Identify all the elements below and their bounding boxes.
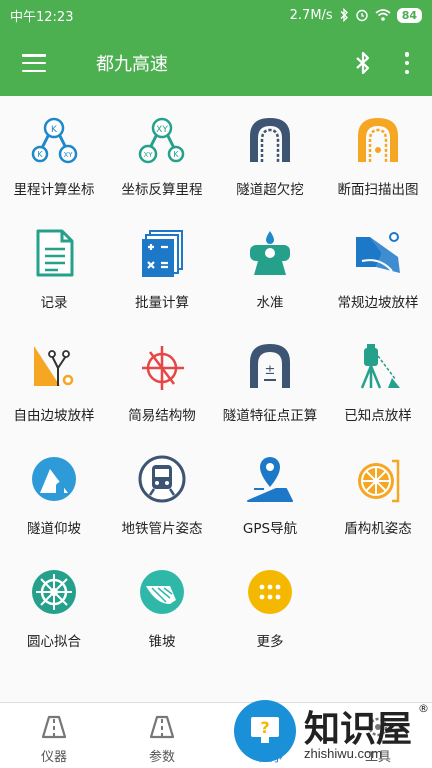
battery-badge: 84 [396, 7, 422, 23]
tab-label: 程序 [256, 750, 283, 765]
tab-programs[interactable]: 程序 [216, 703, 324, 768]
bottom-navigation: 仪器 参数 程序 工具 [0, 702, 432, 768]
grid-item-label: 水准 [256, 295, 284, 311]
svg-text:±: ± [265, 363, 276, 378]
grid-item-label: GPS导航 [242, 521, 298, 537]
function-grid: K K XY 里程计算坐标 XY XY K 坐标反算里程 隧道超欠挖 断面扫描出… [0, 96, 432, 702]
grid-item-record[interactable]: 记录 [0, 215, 108, 328]
grid-item-label: 断面扫描出图 [337, 182, 419, 198]
svg-text:XY: XY [63, 151, 73, 159]
grid-item-tunnel-slope[interactable]: 隧道仰坡 [0, 441, 108, 554]
grid-item-batch-calc[interactable]: 批量计算 [108, 215, 216, 328]
grid-item-label: 隧道仰坡 [27, 521, 81, 537]
grid-item-label: 隧道特征点正算 [222, 408, 318, 424]
grid-item-label: 记录 [40, 295, 68, 311]
grid-item-label: 圆心拟合 [27, 634, 81, 650]
grid-item-label: 已知点放样 [344, 408, 412, 424]
grid-item-known-point-stakeout[interactable]: 已知点放样 [324, 328, 432, 441]
grid-item-tunnel-overbreak[interactable]: 隧道超欠挖 [216, 102, 324, 215]
slope-stakeout-icon [356, 232, 400, 273]
record-document-icon [36, 229, 74, 277]
bluetooth-icon[interactable] [352, 51, 374, 75]
mileage-coord-icon: K K XY [31, 117, 78, 164]
grid-item-gps-navigation[interactable]: GPS导航 [216, 441, 324, 554]
menu-icon[interactable] [22, 54, 46, 72]
tunnel-slope-icon [32, 457, 76, 501]
svg-text:XY: XY [143, 151, 153, 159]
app-title: 都九高速 [96, 54, 168, 75]
status-indicators: 2.7M/s 84 [289, 7, 422, 23]
grid-item-label: 锥坡 [148, 634, 176, 650]
network-speed: 2.7M/s [289, 7, 333, 23]
calculator-icon [142, 230, 183, 277]
gps-pin-icon [247, 457, 293, 502]
grid-item-label: 地铁管片姿态 [121, 521, 203, 537]
level-instrument-icon [250, 231, 290, 275]
grid-item-label: 隧道超欠挖 [236, 182, 304, 198]
grid-item-label: 盾构机姿态 [344, 521, 412, 537]
svg-text:K: K [173, 150, 179, 159]
cone-slope-icon [140, 570, 184, 614]
grid-item-label: 批量计算 [135, 295, 189, 311]
alarm-icon [355, 9, 368, 22]
tab-label: 参数 [148, 750, 175, 765]
grid-item-shield-machine[interactable]: 盾构机姿态 [324, 441, 432, 554]
home-icon [259, 716, 281, 738]
simple-structure-icon [142, 346, 184, 390]
bluetooth-status-icon [340, 8, 348, 22]
grid-item-section-scan[interactable]: 断面扫描出图 [324, 102, 432, 215]
road-icon [149, 715, 175, 739]
grid-item-slope-stakeout[interactable]: 常规边坡放样 [324, 215, 432, 328]
grid-item-circle-fit[interactable]: 圆心拟合 [0, 554, 108, 667]
tunnel-feature-icon: ± [250, 344, 290, 388]
tab-parameters[interactable]: 参数 [108, 703, 216, 768]
svg-text:K: K [37, 150, 43, 159]
grid-item-label: 里程计算坐标 [13, 182, 95, 198]
shield-machine-icon [358, 459, 400, 503]
grid-item-free-slope[interactable]: 自由边坡放样 [0, 328, 108, 441]
road-icon [41, 715, 67, 739]
more-grid-icon [248, 570, 292, 614]
wifi-icon [375, 9, 391, 21]
free-slope-icon [34, 346, 74, 386]
grid-item-simple-structure[interactable]: 简易结构物 [108, 328, 216, 441]
grid-item-metro-segment[interactable]: 地铁管片姿态 [108, 441, 216, 554]
grid-item-mileage-to-coord[interactable]: K K XY 里程计算坐标 [0, 102, 108, 215]
coord-mileage-icon: XY XY K [138, 117, 185, 164]
tunnel-overbreak-icon [250, 118, 290, 162]
more-options-icon[interactable] [404, 52, 410, 74]
status-bar: 中午12:23 2.7M/s 84 [0, 0, 432, 30]
circle-fit-icon [32, 570, 76, 614]
metro-train-icon [138, 455, 186, 503]
section-scan-icon [358, 118, 398, 162]
status-time: 中午12:23 [10, 9, 74, 25]
grid-item-label: 更多 [256, 634, 284, 650]
known-point-icon [360, 344, 400, 389]
grid-item-label: 简易结构物 [128, 408, 196, 424]
grid-item-tunnel-feature-points[interactable]: ± 隧道特征点正算 [216, 328, 324, 441]
tab-tools[interactable]: 工具 [324, 703, 432, 768]
svg-text:XY: XY [156, 125, 168, 135]
grid-item-label: 坐标反算里程 [121, 182, 203, 198]
grid-item-cone-slope[interactable]: 锥坡 [108, 554, 216, 667]
gear-icon [368, 717, 388, 737]
grid-item-coord-to-mileage[interactable]: XY XY K 坐标反算里程 [108, 102, 216, 215]
grid-item-label: 常规边坡放样 [337, 295, 419, 311]
grid-item-more[interactable]: 更多 [216, 554, 324, 667]
app-bar: 都九高速 [0, 30, 432, 96]
grid-item-leveling[interactable]: 水准 [216, 215, 324, 328]
tab-instrument[interactable]: 仪器 [0, 703, 108, 768]
grid-item-label: 自由边坡放样 [13, 408, 95, 424]
tab-label: 仪器 [40, 750, 67, 765]
tab-label: 工具 [364, 750, 391, 765]
